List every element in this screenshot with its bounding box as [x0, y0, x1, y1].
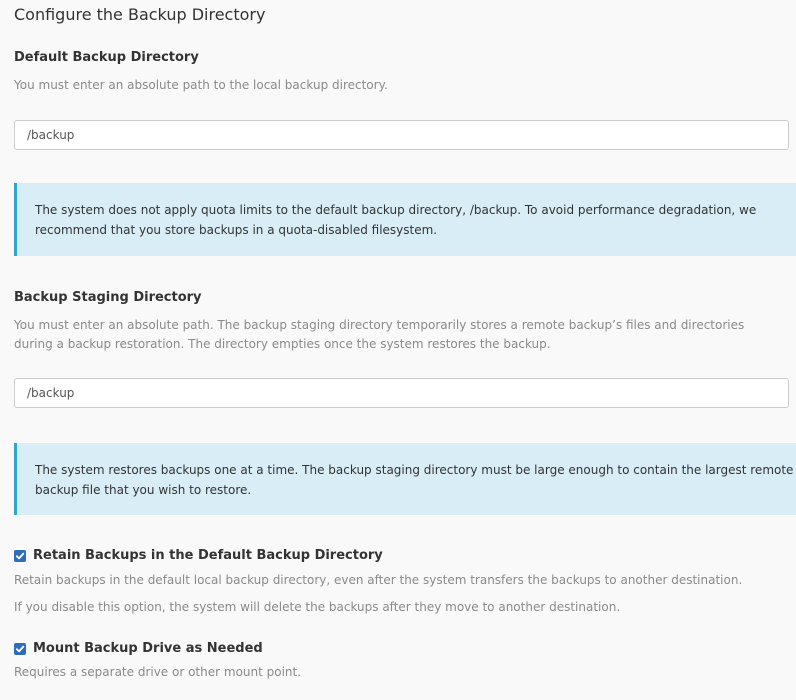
- retain-backups-help: Retain backups in the default local back…: [14, 573, 743, 587]
- mount-drive-option[interactable]: Mount Backup Drive as Needed: [14, 640, 263, 658]
- checkmark-icon: [15, 645, 25, 653]
- default-backup-label: Default Backup Directory: [14, 50, 199, 65]
- retain-backups-note: If you disable this option, the system w…: [14, 600, 621, 614]
- checkmark-icon: [15, 552, 25, 560]
- staging-callout: The system restores backups one at a tim…: [14, 443, 796, 515]
- mount-drive-help: Requires a separate drive or other mount…: [14, 665, 302, 679]
- staging-callout-text: The system restores backups one at a tim…: [35, 463, 794, 497]
- default-backup-help: You must enter an absolute path to the l…: [14, 78, 388, 92]
- section-title: Configure the Backup Directory: [14, 5, 266, 24]
- retain-backups-option[interactable]: Retain Backups in the Default Backup Dir…: [14, 547, 383, 565]
- staging-input[interactable]: [14, 378, 789, 408]
- retain-backups-label: Retain Backups in the Default Backup Dir…: [33, 548, 383, 563]
- staging-label: Backup Staging Directory: [14, 290, 202, 305]
- mount-drive-label: Mount Backup Drive as Needed: [33, 641, 263, 656]
- default-backup-callout: The system does not apply quota limits t…: [14, 183, 796, 256]
- staging-help: You must enter an absolute path. The bac…: [14, 318, 745, 351]
- mount-drive-checkbox[interactable]: [14, 643, 26, 655]
- default-backup-input[interactable]: [14, 120, 789, 150]
- default-backup-callout-text: The system does not apply quota limits t…: [35, 203, 757, 237]
- retain-backups-checkbox[interactable]: [14, 550, 26, 562]
